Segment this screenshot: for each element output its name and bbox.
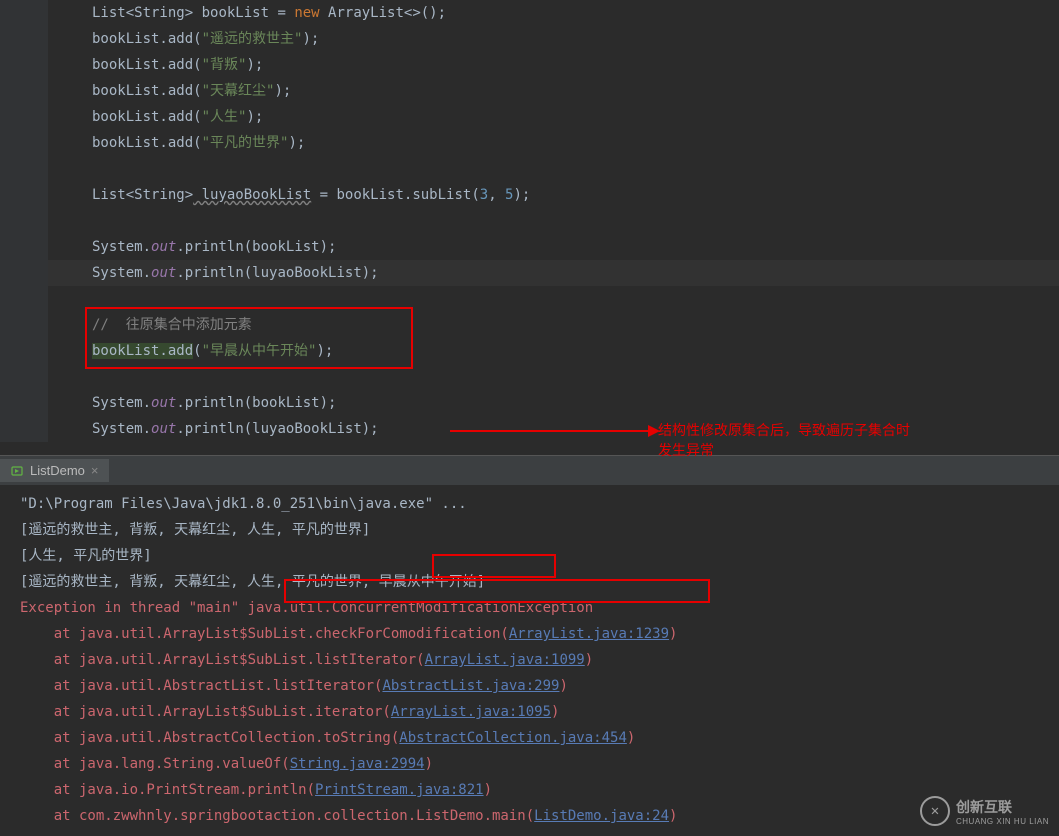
run-icon (10, 464, 24, 478)
annotation-text: 结构性修改原集合后，导致遍历子集合时 发生异常 (658, 420, 910, 455)
tab-label: ListDemo (30, 463, 85, 478)
stack-trace-link[interactable]: AbstractList.java:299 (382, 678, 559, 694)
console-line: "D:\Program Files\Java\jdk1.8.0_251\bin\… (0, 491, 1059, 517)
stack-trace-link[interactable]: String.java:2994 (290, 756, 425, 772)
stack-trace-link[interactable]: ArrayList.java:1095 (391, 704, 551, 720)
stack-trace-line: at java.util.ArrayList$SubList.checkForC… (0, 621, 1059, 647)
stack-trace-line: at java.io.PrintStream.println(PrintStre… (0, 777, 1059, 803)
stack-trace-link[interactable]: ListDemo.java:24 (534, 808, 669, 824)
watermark-logo-icon: ✕ (920, 796, 950, 826)
annotation-box-code (85, 307, 413, 369)
watermark: ✕ 创新互联 CHUANG XIN HU LIAN (920, 796, 1049, 826)
tab-listdemo[interactable]: ListDemo × (0, 459, 109, 482)
stack-trace-line: at com.zwwhnly.springbootaction.collecti… (0, 803, 1059, 829)
close-icon[interactable]: × (91, 463, 99, 478)
stack-trace-line: at java.util.ArrayList$SubList.iterator(… (0, 699, 1059, 725)
stack-trace-line: at java.util.ArrayList$SubList.listItera… (0, 647, 1059, 673)
annotation-box-exception (284, 579, 710, 603)
annotation-arrow (450, 430, 650, 432)
stack-trace-line: at java.lang.String.valueOf(String.java:… (0, 751, 1059, 777)
console-output[interactable]: "D:\Program Files\Java\jdk1.8.0_251\bin\… (0, 485, 1059, 836)
console-line: [遥远的救世主, 背叛, 天幕红尘, 人生, 平凡的世界] (0, 517, 1059, 543)
annotation-box-output (432, 554, 556, 578)
stack-trace-line: at java.util.AbstractList.listIterator(A… (0, 673, 1059, 699)
stack-trace-line: at java.util.AbstractCollection.toString… (0, 725, 1059, 751)
code-editor[interactable]: List<String> bookList = new ArrayList<>(… (0, 0, 1059, 455)
stack-trace-link[interactable]: PrintStream.java:821 (315, 782, 484, 798)
stack-trace-link[interactable]: AbstractCollection.java:454 (399, 730, 627, 746)
stack-trace-link[interactable]: ArrayList.java:1239 (509, 626, 669, 642)
stack-trace-link[interactable]: ArrayList.java:1099 (425, 652, 585, 668)
code-text: List (92, 5, 126, 21)
